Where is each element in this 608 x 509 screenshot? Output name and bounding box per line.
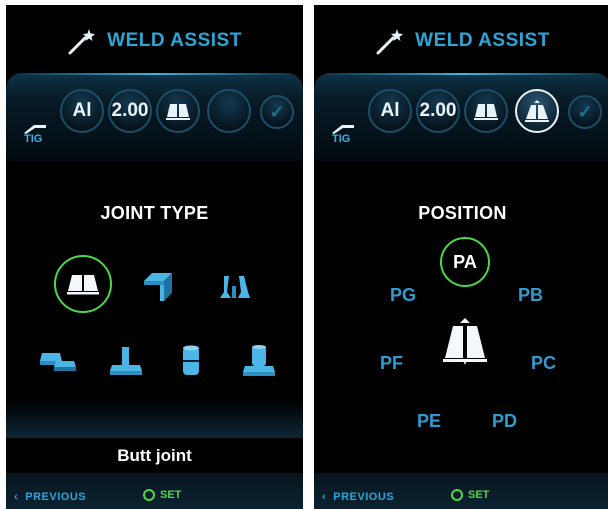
- thickness-button[interactable]: 2.00: [416, 89, 460, 133]
- settings-bar: [6, 73, 303, 161]
- joint-option-lap[interactable]: [36, 343, 80, 379]
- confirm-button[interactable]: ✓: [260, 95, 294, 129]
- butt-joint-flat-position-icon: [443, 318, 487, 365]
- material-button[interactable]: Al: [60, 89, 104, 133]
- set-ring-icon: [451, 489, 463, 501]
- joint-option-pipe-flange[interactable]: [239, 341, 279, 381]
- chevron-left-icon: ‹: [322, 491, 334, 503]
- section-heading: JOINT TYPE: [100, 203, 209, 223]
- material-button[interactable]: Al: [368, 89, 412, 133]
- position-screen: WELD ASSIST TIG Al 2.00 ✓ POSITION PA PG…: [314, 5, 608, 509]
- position-option-pf[interactable]: PF: [380, 353, 403, 374]
- pipe-joint-icon: [183, 345, 199, 375]
- position-pa-icon: [525, 100, 549, 122]
- previous-label: PREVIOUS: [25, 491, 87, 503]
- process-label: TIG: [332, 133, 351, 145]
- magic-wand-icon: [376, 29, 404, 55]
- position-option-pd[interactable]: PD: [492, 411, 517, 432]
- t-joint-icon: [220, 276, 250, 298]
- app-title: WELD ASSIST: [107, 30, 242, 51]
- corner-joint-icon: [144, 273, 172, 301]
- thickness-button[interactable]: 2.00: [108, 89, 152, 133]
- app-title: WELD ASSIST: [415, 30, 550, 51]
- set-label: SET: [468, 489, 490, 501]
- set-ring-icon: [143, 489, 155, 501]
- process-label: TIG: [24, 133, 43, 145]
- joint-type-button[interactable]: [464, 89, 508, 133]
- position-button[interactable]: [207, 89, 251, 133]
- position-option-pc[interactable]: PC: [531, 353, 556, 374]
- fillet-joint-icon: [110, 347, 142, 375]
- joint-option-butt[interactable]: [54, 255, 112, 313]
- process-selector[interactable]: TIG: [22, 117, 50, 151]
- set-button[interactable]: SET: [451, 489, 489, 501]
- header: WELD ASSIST: [314, 27, 608, 60]
- check-icon: ✓: [577, 101, 593, 122]
- position-option-pg[interactable]: PG: [390, 285, 416, 306]
- selected-joint-name: Butt joint: [117, 446, 192, 465]
- butt-joint-icon: [166, 104, 190, 120]
- joint-type-screen: WELD ASSIST TIG Al 2.00 ✓ JOINT TYPE But…: [6, 5, 303, 509]
- previous-button[interactable]: ‹ PREVIOUS: [322, 491, 394, 503]
- divider-band: [6, 400, 303, 438]
- previous-button[interactable]: ‹ PREVIOUS: [14, 491, 86, 503]
- joint-option-t[interactable]: [214, 267, 254, 307]
- footer-bar: ‹ PREVIOUS SET: [314, 473, 608, 509]
- magic-wand-icon: [68, 29, 96, 55]
- joint-option-fillet[interactable]: [106, 341, 146, 381]
- confirm-button[interactable]: ✓: [568, 95, 602, 129]
- chevron-left-icon: ‹: [14, 491, 26, 503]
- header: WELD ASSIST: [6, 27, 303, 60]
- selection-ring: [54, 255, 112, 313]
- position-option-pa[interactable]: PA: [440, 237, 490, 287]
- position-button[interactable]: [515, 89, 559, 133]
- pipe-flange-joint-icon: [243, 345, 275, 376]
- position-preview: [440, 315, 490, 367]
- butt-joint-icon: [474, 104, 498, 120]
- position-option-pe[interactable]: PE: [417, 411, 441, 432]
- lap-joint-icon: [40, 353, 76, 371]
- check-icon: ✓: [269, 101, 285, 122]
- settings-bar: [314, 73, 608, 161]
- set-label: SET: [160, 489, 182, 501]
- position-option-pb[interactable]: PB: [518, 285, 543, 306]
- set-button[interactable]: SET: [143, 489, 181, 501]
- previous-label: PREVIOUS: [333, 491, 395, 503]
- joint-type-button[interactable]: [156, 89, 200, 133]
- footer-bar: ‹ PREVIOUS SET: [6, 473, 303, 509]
- section-heading: POSITION: [418, 203, 507, 223]
- joint-option-pipe[interactable]: [174, 341, 208, 381]
- joint-option-corner[interactable]: [138, 267, 178, 307]
- process-selector[interactable]: TIG: [330, 117, 358, 151]
